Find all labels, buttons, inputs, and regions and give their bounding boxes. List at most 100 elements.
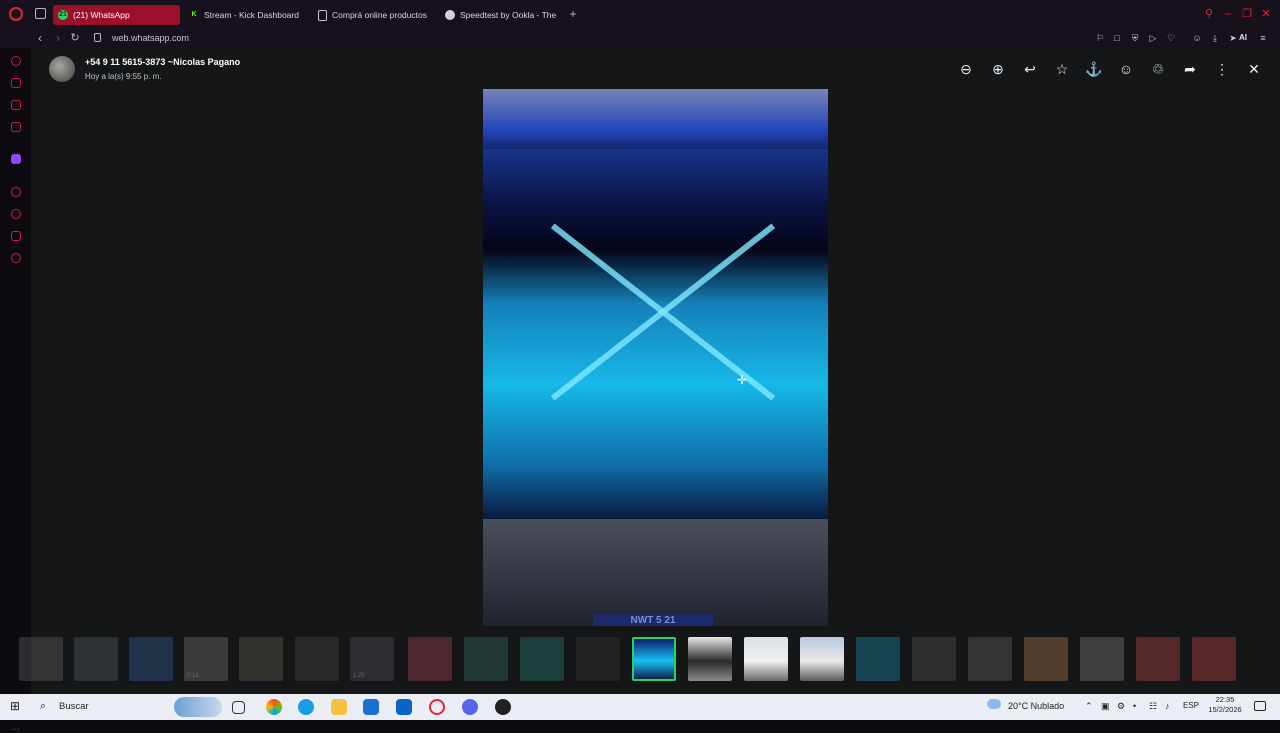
aria-sidebar-icon[interactable] bbox=[11, 56, 21, 66]
edge-icon[interactable] bbox=[298, 699, 314, 715]
reload-icon[interactable]: ↻ bbox=[68, 31, 82, 45]
photo-roof-lights bbox=[483, 89, 828, 149]
minimize-button[interactable]: – bbox=[1221, 7, 1235, 21]
messenger-icon[interactable] bbox=[11, 100, 21, 110]
tab-menu-icon[interactable] bbox=[35, 8, 46, 19]
thumbnail[interactable] bbox=[744, 637, 788, 681]
thumbnail[interactable] bbox=[19, 637, 63, 681]
thumbnail[interactable] bbox=[1136, 637, 1180, 681]
thumbnail[interactable] bbox=[968, 637, 1012, 681]
star-icon[interactable]: ☆ bbox=[1053, 60, 1071, 78]
restore-button[interactable]: ❐ bbox=[1240, 7, 1254, 21]
thumbnail[interactable] bbox=[1024, 637, 1068, 681]
network-icon[interactable]: ☷ bbox=[1149, 701, 1157, 712]
thumbnail[interactable] bbox=[74, 637, 118, 681]
settings-tray-icon[interactable]: ⚙ bbox=[1117, 701, 1125, 712]
thumbnail[interactable] bbox=[464, 637, 508, 681]
lock-icon bbox=[94, 33, 101, 42]
tab-kick[interactable]: K Stream - Kick Dashboard bbox=[184, 5, 308, 25]
delete-icon[interactable]: ♲ bbox=[1149, 60, 1167, 78]
thumbnail[interactable] bbox=[1080, 637, 1124, 681]
task-view-icon[interactable] bbox=[232, 701, 245, 714]
pin-message-icon[interactable]: ⚓ bbox=[1085, 60, 1103, 78]
file-explorer-icon[interactable] bbox=[331, 699, 347, 715]
forward-message-icon[interactable]: ➦ bbox=[1181, 60, 1199, 78]
thumbnail[interactable]: 0:18 bbox=[184, 637, 228, 681]
zoom-out-icon[interactable]: ⊖ bbox=[957, 60, 975, 78]
back-icon[interactable]: ‹ bbox=[33, 31, 47, 45]
contact-name: +54 9 11 5615-3873 ~Nicolas Pagano bbox=[85, 57, 241, 67]
language-indicator[interactable]: ESP bbox=[1183, 701, 1199, 710]
settings-icon[interactable] bbox=[11, 253, 21, 263]
copilot-icon[interactable] bbox=[266, 699, 282, 715]
thumbnail[interactable] bbox=[1192, 637, 1236, 681]
menu-icon[interactable]: ≡ bbox=[1257, 32, 1269, 44]
thumbnail[interactable] bbox=[576, 637, 620, 681]
chevron-up-icon[interactable]: ⌃ bbox=[1085, 701, 1093, 712]
thumbnail[interactable] bbox=[239, 637, 283, 681]
avatar[interactable] bbox=[49, 56, 75, 82]
pin-icon[interactable]: ⚐ bbox=[1094, 32, 1106, 44]
weather-status[interactable]: 20°C Nublado bbox=[1008, 701, 1064, 711]
zoom-in-icon[interactable]: ⊕ bbox=[989, 60, 1007, 78]
store-icon[interactable] bbox=[363, 699, 379, 715]
snapshot-icon[interactable]: □ bbox=[1111, 32, 1123, 44]
thumbnail-selected[interactable] bbox=[632, 637, 676, 681]
thumbnail[interactable] bbox=[688, 637, 732, 681]
new-tab-button[interactable]: + bbox=[567, 8, 579, 20]
forward-icon[interactable]: › bbox=[51, 31, 65, 45]
profile-icon[interactable]: ☺ bbox=[1191, 32, 1203, 44]
close-viewer-icon[interactable]: ✕ bbox=[1245, 60, 1263, 78]
thumbnail[interactable] bbox=[800, 637, 844, 681]
tab-label: (21) WhatsApp bbox=[73, 10, 130, 20]
heart-icon[interactable]: ♡ bbox=[1165, 32, 1177, 44]
thumbnail[interactable]: 1:25 bbox=[350, 637, 394, 681]
aria-icon[interactable]: ➤ bbox=[1227, 32, 1239, 44]
windows-start-icon[interactable]: ⊞ bbox=[10, 700, 23, 713]
discord-taskbar-icon[interactable] bbox=[462, 699, 478, 715]
tab-speedtest[interactable]: Speedtest by Ookla - The bbox=[440, 5, 564, 25]
search-tabs-icon[interactable]: ⚲ bbox=[1202, 7, 1216, 21]
notification-icon[interactable] bbox=[1254, 701, 1266, 711]
clock[interactable]: 22:35 15/2/2026 bbox=[1201, 695, 1249, 715]
download-icon[interactable]: ⤓ bbox=[1209, 32, 1221, 44]
thumbnail[interactable] bbox=[856, 637, 900, 681]
bag-icon[interactable] bbox=[11, 78, 21, 88]
thumbnail[interactable] bbox=[520, 637, 564, 681]
tab-whatsapp[interactable]: 21 (21) WhatsApp bbox=[53, 5, 180, 25]
more-dots-icon[interactable]: … bbox=[10, 722, 20, 733]
reply-icon[interactable]: ↩ bbox=[1021, 60, 1039, 78]
media-image[interactable]: NWT 5 21 bbox=[483, 89, 828, 626]
emoji-icon[interactable]: ☺ bbox=[1117, 60, 1135, 78]
message-timestamp: Hoy a la(s) 9:55 p. m. bbox=[85, 72, 162, 81]
outlook-icon[interactable] bbox=[396, 699, 412, 715]
tab-label: Stream - Kick Dashboard bbox=[204, 10, 299, 20]
volume-icon[interactable]: ♪ bbox=[1165, 701, 1170, 711]
photo-bumper bbox=[483, 519, 828, 626]
url-field[interactable]: web.whatsapp.com bbox=[112, 31, 189, 45]
discord-icon[interactable] bbox=[11, 122, 21, 132]
search-input[interactable]: Buscar bbox=[59, 701, 89, 712]
tray-app-icon[interactable]: ▣ bbox=[1101, 701, 1110, 712]
search-icon[interactable]: ⌕ bbox=[40, 700, 46, 713]
extensions-icon[interactable] bbox=[11, 231, 21, 241]
ai-label[interactable]: AI bbox=[1239, 32, 1247, 44]
thumbnail[interactable] bbox=[129, 637, 173, 681]
player-icon[interactable] bbox=[11, 187, 21, 197]
play-icon[interactable]: ▷ bbox=[1147, 32, 1159, 44]
thumbnail[interactable] bbox=[408, 637, 452, 681]
more-options-icon[interactable]: ⋮ bbox=[1213, 60, 1231, 78]
close-window-button[interactable]: ✕ bbox=[1259, 7, 1273, 21]
obs-icon[interactable] bbox=[495, 699, 511, 715]
thumbnail[interactable] bbox=[295, 637, 339, 681]
opera-logo-icon[interactable] bbox=[9, 7, 23, 21]
twitch-icon[interactable] bbox=[11, 154, 21, 164]
microphone-icon[interactable]: • bbox=[1133, 701, 1136, 711]
clock-date: 15/2/2026 bbox=[1208, 705, 1242, 714]
shield-icon[interactable]: ⛨ bbox=[1129, 32, 1141, 44]
tab-bar: 21 (21) WhatsApp K Stream - Kick Dashboa… bbox=[0, 0, 1280, 29]
opera-gx-icon[interactable] bbox=[429, 699, 445, 715]
history-icon[interactable] bbox=[11, 209, 21, 219]
tab-comprar[interactable]: Comprá online productos bbox=[312, 5, 436, 25]
thumbnail[interactable] bbox=[912, 637, 956, 681]
